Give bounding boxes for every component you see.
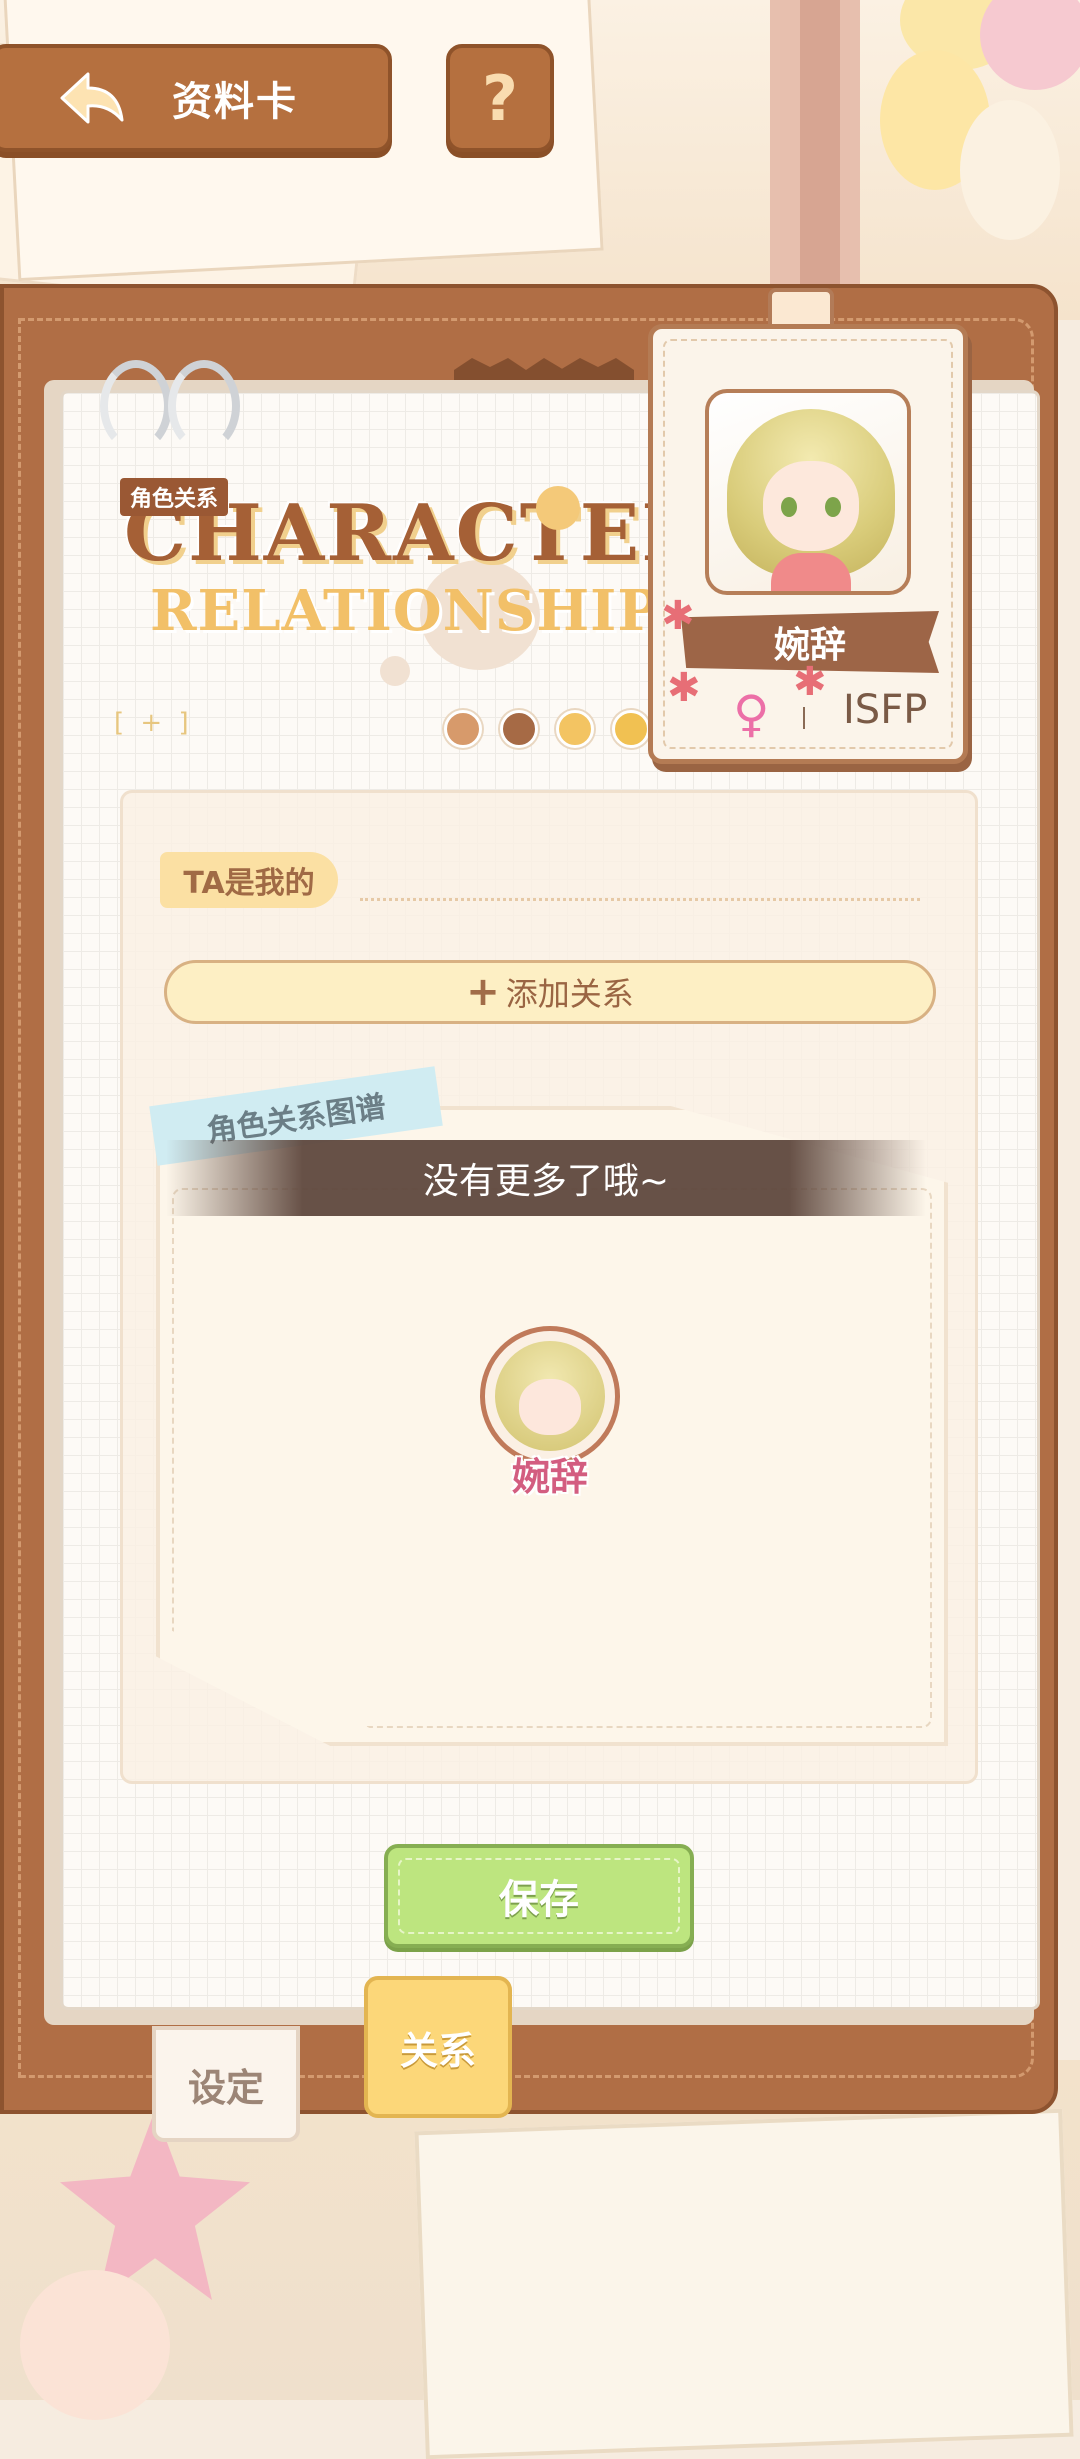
paw-icon (536, 486, 580, 530)
lanyard (800, 0, 840, 300)
help-button[interactable]: ? (446, 44, 554, 152)
binder-ring (168, 360, 240, 452)
flower-icon: ✱ (793, 659, 827, 705)
portrait-face (763, 461, 859, 551)
character-portrait (705, 389, 911, 595)
balloon-decoration (960, 100, 1060, 240)
portrait-eye (781, 497, 797, 517)
portrait-dress (771, 553, 851, 591)
no-more-toast: 没有更多了哦~ (166, 1140, 926, 1216)
binder-ring (100, 360, 172, 452)
avatar-face (519, 1379, 581, 1435)
divider (803, 707, 805, 729)
dot-drop-icon (556, 710, 594, 748)
portrait-eye (825, 497, 841, 517)
back-button-label: 资料卡 (172, 79, 298, 125)
tab-settings[interactable]: 设定 (152, 2026, 300, 2142)
save-button[interactable]: 保存 (384, 1844, 694, 1948)
id-card[interactable]: 婉辞 ✱ ✱ ✱ ♀ ISFP (648, 324, 968, 764)
flower-icon: ✱ (661, 593, 695, 639)
background-paper (414, 2108, 1074, 2459)
dot-pentagon-icon (612, 710, 650, 748)
plus-icon: + (466, 969, 500, 1015)
bracket-decoration: [ + ] (114, 708, 193, 738)
title-tag: 角色关系 (120, 478, 229, 516)
title-relationships: RELATIONSHIPS (150, 578, 702, 644)
dot-heart-icon (444, 710, 482, 748)
ta-label: TA是我的 (160, 852, 338, 908)
add-relation-button[interactable]: + 添加关系 (164, 960, 936, 1024)
relation-input-line[interactable] (360, 898, 920, 901)
center-character-name: 婉辞 (511, 1455, 588, 1499)
dot-drop-icon (500, 710, 538, 748)
add-relation-label: 添加关系 (505, 975, 634, 1013)
female-icon: ♀ (733, 685, 770, 743)
mbti-type: ISFP (843, 687, 928, 733)
back-button[interactable]: 资料卡 (0, 44, 392, 152)
flower-icon: ✱ (667, 665, 701, 711)
center-character-avatar[interactable] (480, 1326, 620, 1466)
balloon-decoration (20, 2270, 170, 2420)
paw-decoration (380, 656, 410, 686)
tab-relations[interactable]: 关系 (364, 1976, 512, 2118)
back-arrow-icon (60, 72, 124, 124)
